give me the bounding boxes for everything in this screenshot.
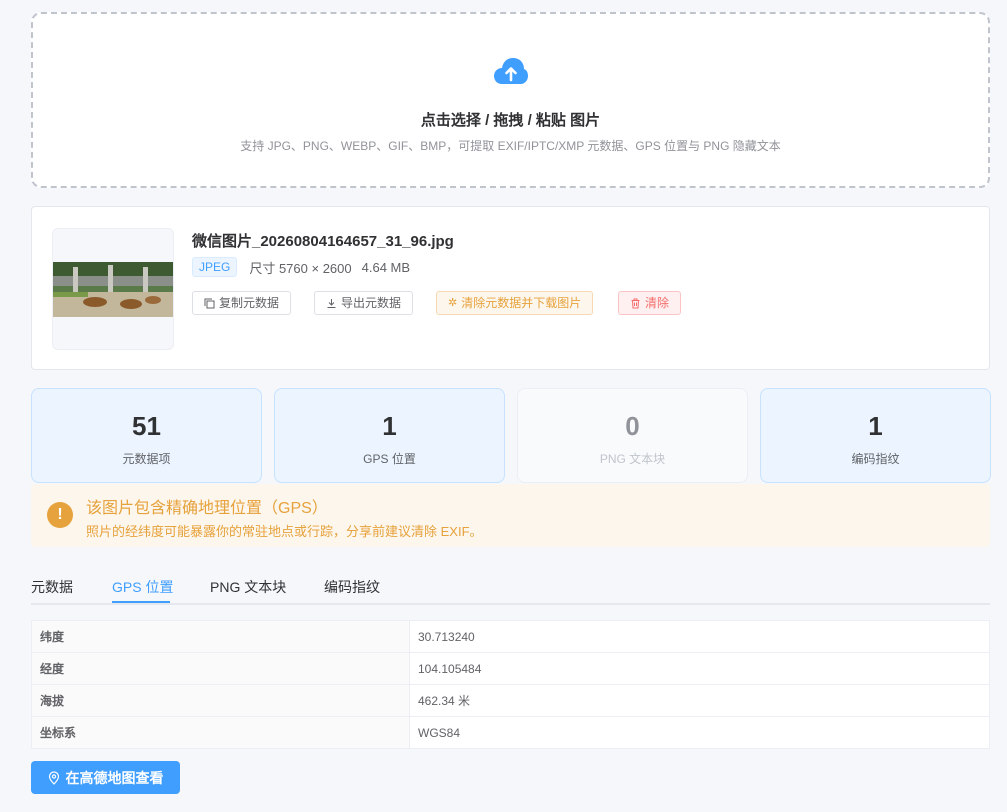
upload-dropzone[interactable]: 点击选择 / 拖拽 / 粘贴 图片 支持 JPG、PNG、WEBP、GIF、BM… (31, 12, 990, 188)
tab-gps[interactable]: GPS 位置 (112, 577, 173, 597)
stat-value: 0 (625, 411, 640, 441)
stat-value: 1 (868, 411, 883, 441)
strip-metadata-label: 清除元数据并下载图片 (461, 296, 582, 310)
warning-icon: ! (47, 502, 73, 528)
copy-metadata-label: 复制元数据 (219, 296, 280, 310)
gps-table: 纬度 30.713240 经度 104.105484 海拔 462.34 米 坐… (31, 620, 990, 749)
view-on-amap-button[interactable]: 在高德地图查看 (31, 761, 180, 794)
alert-description: 照片的经纬度可能暴露你的常驻地点或行踪，分享前建议清除 EXIF。 (86, 524, 483, 539)
stat-metadata-count: 51 元数据项 (31, 388, 262, 483)
active-tab-indicator (112, 601, 170, 603)
stat-label: 编码指纹 (851, 452, 900, 466)
gps-value: 30.713240 (409, 620, 990, 653)
tab-metadata[interactable]: 元数据 (31, 577, 73, 597)
gps-key: 海拔 (31, 684, 410, 717)
table-row: 坐标系 WGS84 (31, 716, 990, 749)
table-row: 纬度 30.713240 (31, 620, 990, 653)
tab-png-text[interactable]: PNG 文本块 (210, 577, 286, 597)
stat-gps-count: 1 GPS 位置 (274, 388, 505, 483)
copy-icon (204, 298, 215, 308)
file-info-card: 微信图片_20260804164657_31_96.jpg JPEG 尺寸 57… (31, 206, 990, 370)
copy-metadata-button[interactable]: 复制元数据 (192, 291, 292, 315)
image-thumbnail (52, 228, 174, 350)
tab-encoding-fingerprint[interactable]: 编码指纹 (324, 577, 380, 597)
gps-key: 纬度 (31, 620, 410, 653)
download-icon (327, 298, 336, 308)
stat-label: PNG 文本块 (599, 452, 666, 466)
gps-key: 坐标系 (31, 716, 410, 749)
table-row: 经度 104.105484 (31, 652, 990, 685)
gps-key: 经度 (31, 652, 410, 685)
table-row: 海拔 462.34 米 (31, 684, 990, 717)
clear-button[interactable]: 清除 (618, 291, 682, 315)
file-name: 微信图片_20260804164657_31_96.jpg (192, 233, 454, 250)
stat-png-text-count: 0 PNG 文本块 (517, 388, 748, 483)
upload-hint: 支持 JPG、PNG、WEBP、GIF、BMP，可提取 EXIF/IPTC/XM… (240, 139, 781, 153)
clear-label: 清除 (645, 296, 670, 310)
tab-bar: 元数据 GPS 位置 PNG 文本块 编码指纹 (31, 566, 990, 605)
format-badge: JPEG (192, 257, 238, 277)
file-meta: JPEG 尺寸 5760 × 2600 4.64 MB (192, 257, 410, 277)
image-dimensions: 尺寸 5760 × 2600 (249, 260, 352, 276)
stat-value: 51 (132, 411, 161, 441)
stat-label: 元数据项 (122, 452, 171, 466)
stat-value: 1 (382, 411, 397, 441)
stat-label: GPS 位置 (363, 452, 416, 466)
gps-value: WGS84 (409, 716, 990, 749)
location-pin-icon (48, 770, 59, 785)
cloud-upload-icon (494, 58, 528, 84)
alert-title: 该图片包含精确地理位置（GPS） (86, 500, 328, 517)
export-metadata-button[interactable]: 导出元数据 (314, 291, 414, 315)
file-size: 4.64 MB (361, 259, 411, 275)
gps-value: 104.105484 (409, 652, 990, 685)
upload-title: 点击选择 / 拖拽 / 粘贴 图片 (420, 112, 601, 129)
gps-warning-alert: ! 该图片包含精确地理位置（GPS） 照片的经纬度可能暴露你的常驻地点或行踪，分… (31, 484, 990, 547)
view-on-amap-label: 在高德地图查看 (65, 769, 164, 786)
sparkle-icon: ✲ (448, 297, 458, 309)
trash-icon (631, 298, 640, 308)
gps-value: 462.34 米 (409, 684, 990, 717)
export-metadata-label: 导出元数据 (341, 296, 402, 310)
strip-metadata-download-button[interactable]: ✲ 清除元数据并下载图片 (436, 291, 594, 315)
stat-encoding-fingerprint: 1 编码指纹 (760, 388, 991, 483)
